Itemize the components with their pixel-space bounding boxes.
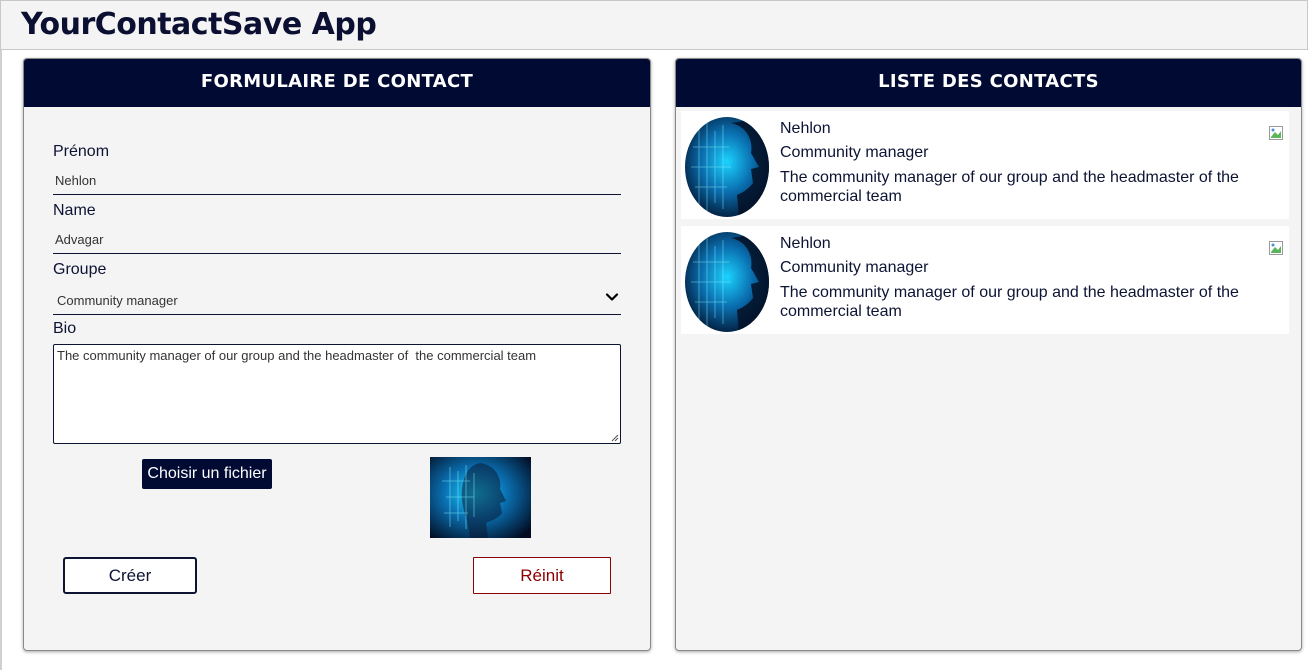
contact-avatar — [685, 232, 769, 332]
app-title: YourContactSave App — [21, 7, 377, 42]
contact-card[interactable]: Nehlon Community manager The community m… — [681, 111, 1289, 219]
contact-list-panel: LISTE DES CONTACTS Nehlon Community mana… — [675, 58, 1302, 651]
chevron-down-icon — [605, 293, 619, 301]
contact-card[interactable]: Nehlon Community manager The community m… — [681, 226, 1289, 334]
form-panel-header: FORMULAIRE DE CONTACT — [24, 59, 650, 107]
contact-avatar — [685, 117, 769, 217]
first-name-input[interactable] — [53, 167, 621, 195]
last-name-input[interactable] — [53, 226, 621, 254]
contact-name: Nehlon — [780, 235, 831, 252]
contact-name: Nehlon — [780, 120, 831, 137]
list-panel-header: LISTE DES CONTACTS — [676, 59, 1301, 107]
group-select-value: Community manager — [57, 293, 178, 308]
last-name-label: Name — [53, 202, 96, 219]
broken-image-icon[interactable] — [1268, 125, 1284, 141]
resize-grip-icon[interactable] — [609, 432, 619, 442]
left-edge-divider — [0, 50, 2, 670]
bio-label: Bio — [53, 320, 77, 337]
broken-image-icon[interactable] — [1268, 240, 1284, 256]
app-header: YourContactSave App — [0, 0, 1308, 50]
avatar-preview-image — [430, 457, 531, 538]
contact-bio: The community manager of our group and t… — [780, 284, 1239, 320]
choose-file-button[interactable]: Choisir un fichier — [142, 459, 272, 489]
create-button[interactable]: Créer — [63, 557, 197, 594]
contact-bio: The community manager of our group and t… — [780, 169, 1239, 205]
reset-button[interactable]: Réinit — [473, 557, 611, 594]
first-name-label: Prénom — [53, 143, 110, 160]
contact-form-panel: FORMULAIRE DE CONTACT Prénom Name Groupe… — [23, 58, 651, 651]
group-select[interactable]: Community manager — [53, 286, 621, 315]
bio-textarea[interactable]: The community manager of our group and t… — [53, 344, 621, 444]
group-label: Groupe — [53, 261, 107, 278]
contact-group: Community manager — [780, 259, 929, 276]
contact-group: Community manager — [780, 144, 929, 161]
